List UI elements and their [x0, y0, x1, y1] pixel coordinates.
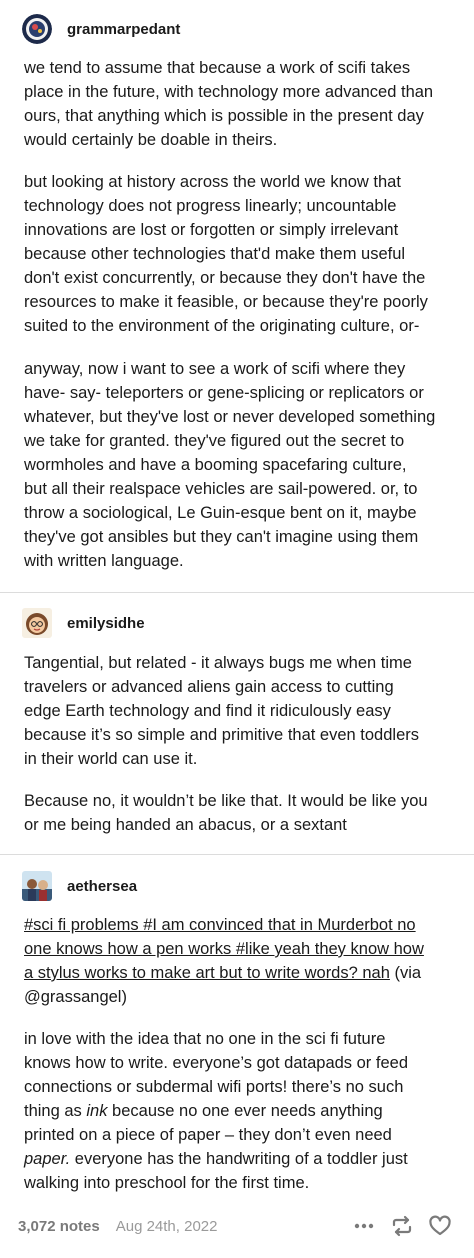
text-line: in their world can use it.	[24, 750, 198, 768]
text-line: connections or subdermal wifi ports! the…	[24, 1078, 404, 1096]
post-tags: #sci fi problems #I am convinced that in…	[24, 913, 460, 1009]
text-line: don't exist concurrently, or because the…	[24, 269, 426, 287]
post-footer: 3,072 notes Aug 24th, 2022	[0, 1208, 474, 1244]
text-line: suited to the environment of the origina…	[24, 317, 420, 335]
post-paragraph: but looking at history across the world …	[24, 170, 460, 338]
text-line: but all their realspace vehicles are sai…	[24, 480, 418, 498]
post-paragraph: anyway, now i want to see a work of scif…	[24, 357, 460, 573]
text-line: in love with the idea that no one in the…	[24, 1030, 386, 1048]
text-span: everyone has the handwriting of a toddle…	[70, 1150, 408, 1168]
text-line: anyway, now i want to see a work of scif…	[24, 360, 406, 378]
post-date: Aug 24th, 2022	[115, 1217, 218, 1235]
text-line: edge Earth technology and find it ridicu…	[24, 702, 391, 720]
reblog-icon[interactable]	[390, 1214, 414, 1238]
text-line: but looking at history across the world …	[24, 173, 401, 191]
avatar[interactable]	[22, 871, 52, 901]
tag-link[interactable]: one knows how a pen works #like yeah the…	[24, 940, 424, 958]
text-line: throw a sociological, Le Guin-esque bent…	[24, 504, 417, 522]
text-line: travelers or advanced aliens gain access…	[24, 678, 394, 696]
text-line: Because no, it wouldn’t be like that. It…	[24, 792, 428, 810]
text-line: knows how to write. everyone’s got datap…	[24, 1054, 409, 1072]
post-actions	[352, 1214, 452, 1238]
post-divider	[0, 592, 474, 593]
more-icon[interactable]	[352, 1214, 376, 1238]
text-line: paper. everyone has the handwriting of a…	[24, 1147, 460, 1171]
post-paragraph: Tangential, but related - it always bugs…	[24, 651, 460, 771]
post-paragraph: Because no, it wouldn’t be like that. It…	[24, 789, 460, 837]
username[interactable]: aethersea	[67, 878, 137, 895]
text-line: or me being handed an abacus, or a sexta…	[24, 816, 347, 834]
text-line: we tend to assume that because a work of…	[24, 59, 411, 77]
via-link[interactable]: @grassangel)	[24, 988, 127, 1006]
text-line: thing as ink because no one ever needs a…	[24, 1099, 460, 1123]
text-line: technology does not progress linearly; u…	[24, 197, 397, 215]
notes-count[interactable]: 3,072 notes	[18, 1218, 100, 1235]
text-line: wormholes and have a booming spacefaring…	[24, 456, 407, 474]
text-line: because other technologies that'd make t…	[24, 245, 406, 263]
tag-link[interactable]: a stylus works to make art but to write …	[24, 964, 390, 982]
italic-word: ink	[86, 1102, 108, 1120]
text-span: because no one ever needs anything	[107, 1102, 383, 1120]
text-line: resources to make it feasible, or becaus…	[24, 293, 428, 311]
like-icon[interactable]	[428, 1214, 452, 1238]
username[interactable]: grammarpedant	[67, 21, 180, 38]
text-line: ours, that anything which is possible in…	[24, 107, 424, 125]
post-header: aethersea	[22, 871, 137, 901]
avatar[interactable]	[22, 14, 52, 44]
text-line: innovations are lost or forgotten or sim…	[24, 221, 399, 239]
username[interactable]: emilysidhe	[67, 615, 145, 632]
tag-link[interactable]: #sci fi problems #I am convinced that in…	[24, 916, 416, 934]
post-paragraph: in love with the idea that no one in the…	[24, 1027, 460, 1195]
text-line: whatever, but they've lost or never deve…	[24, 408, 436, 426]
avatar[interactable]	[22, 608, 52, 638]
text-line: place in the future, with technology mor…	[24, 83, 434, 101]
text-line: with written language.	[24, 552, 184, 570]
post-paragraph: we tend to assume that because a work of…	[24, 56, 460, 152]
post-header: emilysidhe	[22, 608, 145, 638]
italic-word: paper.	[24, 1150, 71, 1168]
text-line: because it’s so simple and primitive tha…	[24, 726, 419, 744]
text-line: Tangential, but related - it always bugs…	[24, 654, 412, 672]
post-header: grammarpedant	[22, 14, 180, 44]
post-divider	[0, 854, 474, 855]
text-line: printed on a piece of paper – they don’t…	[24, 1126, 392, 1144]
text-span: thing as	[24, 1102, 87, 1120]
text-line: walking into preschool for the first tim…	[24, 1174, 310, 1192]
text-line: have- say- teleporters or gene-splicing …	[24, 384, 424, 402]
text-line: they've got ansibles but they can't imag…	[24, 528, 419, 546]
via-text: (via	[389, 964, 422, 982]
text-line: we take for granted. they've figured out…	[24, 432, 405, 450]
text-line: would certainly be doable in theirs.	[24, 131, 278, 149]
